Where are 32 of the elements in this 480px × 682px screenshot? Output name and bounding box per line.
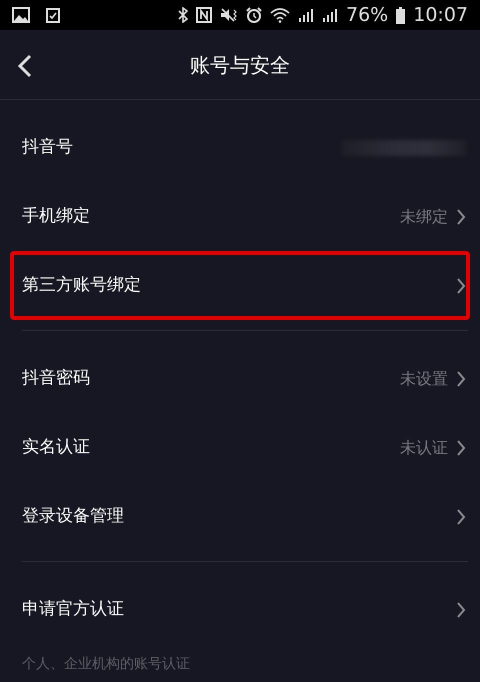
signal-icon <box>322 7 338 23</box>
row-label: 申请官方认证 <box>22 598 124 621</box>
signal-icon <box>298 7 314 23</box>
note-text: 个人、企业机构的账号认证 <box>21 655 191 674</box>
settings-row[interactable]: 实名认证 未认证 <box>0 413 480 482</box>
row-label: 登录设备管理 <box>22 504 124 528</box>
mute-vibrate-icon <box>220 7 238 23</box>
bluetooth-icon <box>178 7 188 23</box>
settings-row[interactable]: 手机绑定 未绑定 <box>0 182 480 251</box>
clipboard-check-icon <box>46 7 60 23</box>
row-label: 抖音号 <box>22 136 73 159</box>
gallery-icon <box>12 7 30 23</box>
row-label: 实名认证 <box>22 436 90 459</box>
nfc-icon <box>196 7 212 23</box>
row-value: 未设置 <box>400 368 448 390</box>
row-label: 手机绑定 <box>22 204 90 228</box>
page-title: 账号与安全 <box>190 52 290 78</box>
settings-row[interactable]: 第三方账号绑定 <box>10 251 470 320</box>
settings-row[interactable]: 抖音密码 未设置 <box>0 344 480 413</box>
row-label: 第三方账号绑定 <box>22 274 141 297</box>
wifi-icon <box>270 7 290 23</box>
row-label: 抖音密码 <box>22 366 90 390</box>
back-icon <box>18 54 32 78</box>
row-value: 未绑定 <box>400 206 448 228</box>
settings-row[interactable]: 登录设备管理 <box>0 482 480 551</box>
settings-row[interactable]: 申请官方认证 <box>0 575 480 644</box>
alarm-icon <box>246 7 262 23</box>
clock-time: 10:07 <box>413 2 468 28</box>
battery-percentage: 76% <box>346 2 388 28</box>
row-value: 未认证 <box>400 436 448 458</box>
settings-row[interactable]: 抖音号 <box>0 113 480 182</box>
battery-icon <box>396 6 406 24</box>
